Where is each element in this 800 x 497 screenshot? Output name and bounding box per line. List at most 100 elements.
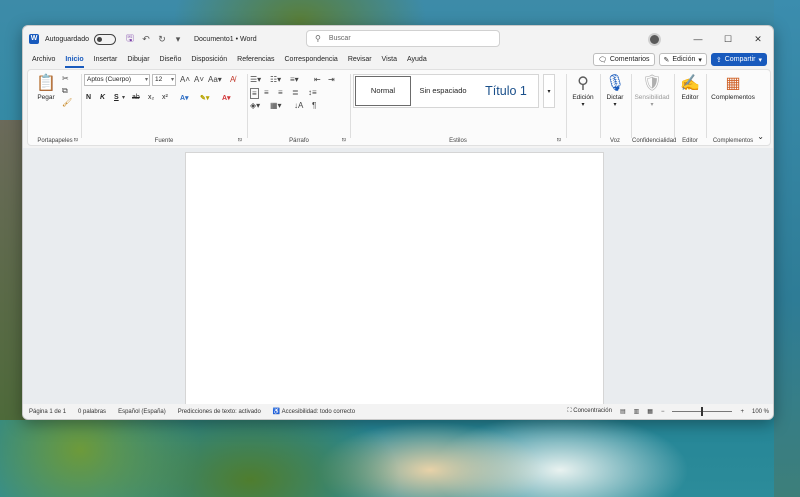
copy-icon[interactable]: ⧉ [62, 86, 68, 96]
format-painter-icon[interactable]: 🖌 [62, 98, 72, 107]
line-spacing-icon[interactable]: ↕≡ [308, 88, 317, 97]
sensitivity-button[interactable]: 🛡 Sensibilidad ▾ [632, 74, 672, 108]
document-canvas [23, 148, 773, 408]
dialog-launcher-icon[interactable]: ⧅ [557, 137, 561, 144]
underline-icon[interactable]: S [114, 94, 119, 101]
page-count[interactable]: Página 1 de 1 [29, 409, 66, 415]
focus-icon: ⛶ [567, 408, 572, 414]
document-title: Documento1 • Word [193, 35, 257, 43]
cut-icon[interactable]: ✂ [62, 74, 69, 83]
dictate-button[interactable]: 🎙 Dictar ▾ [601, 74, 629, 108]
bold-icon[interactable]: N [86, 94, 91, 101]
comments-button[interactable]: 🗨 Comentarios [592, 53, 655, 66]
editing-button[interactable]: ⚲ Edición ▾ [568, 74, 598, 108]
font-group: Aptos (Cuerpo) ▾ 12 ▾ A˄ A˅ Aa▾ A̸ N K S… [84, 72, 244, 144]
align-right-icon[interactable]: ≡ [278, 88, 283, 97]
share-button[interactable]: ⇪ Compartir ▾ [710, 53, 767, 66]
zoom-level[interactable]: 100 % [752, 409, 769, 415]
dialog-launcher-icon[interactable]: ⧅ [74, 137, 78, 144]
text-predictions[interactable]: Predicciones de texto: activado [178, 409, 261, 415]
font-size-combo[interactable]: 12 ▾ [152, 74, 176, 86]
paste-button[interactable]: 📋 Pegar [34, 74, 58, 101]
chevron-down-icon[interactable]: ▾ [122, 94, 125, 101]
increase-indent-icon[interactable]: ⇥ [328, 75, 335, 84]
font-size-value: 12 [155, 76, 163, 83]
print-layout-icon[interactable]: ▥ [634, 408, 640, 415]
bullets-icon[interactable]: ☰▾ [250, 75, 261, 84]
word-count[interactable]: 0 palabras [78, 409, 106, 415]
styles-more-button[interactable]: ▾ [543, 74, 555, 108]
group-divider [674, 74, 675, 138]
focus-button[interactable]: ⛶ Concentración [567, 408, 612, 415]
tab-dibujar[interactable]: Dibujar [122, 52, 154, 68]
shading-icon[interactable]: ◈▾ [250, 101, 260, 110]
change-case-icon[interactable]: Aa▾ [208, 75, 222, 84]
tab-correspondencia[interactable]: Correspondencia [280, 52, 343, 68]
minimize-button[interactable]: — [683, 34, 713, 44]
tab-revisar[interactable]: Revisar [343, 52, 377, 68]
editing-mode-label: Edición [672, 56, 696, 63]
tab-inicio[interactable]: Inicio [60, 52, 88, 68]
collapse-ribbon-icon[interactable]: ⌄ [757, 132, 764, 141]
undo-icon[interactable]: ↶ [140, 34, 152, 45]
style-no-spacing[interactable]: Sin espaciado [414, 75, 472, 107]
subscript-icon[interactable]: x₂ [148, 94, 154, 101]
read-mode-icon[interactable]: ▤ [620, 408, 626, 415]
clear-formatting-icon[interactable]: A̸ [230, 75, 235, 84]
font-color-icon[interactable]: A▾ [222, 94, 231, 102]
zoom-in-icon[interactable]: + [740, 409, 744, 415]
accessibility-check[interactable]: ♿ Accesibilidad: todo correcto [273, 408, 355, 415]
group-divider [247, 74, 248, 138]
superscript-icon[interactable]: x² [162, 94, 168, 101]
document-page[interactable] [185, 152, 604, 408]
zoom-slider[interactable] [672, 407, 733, 416]
zoom-slider-thumb[interactable] [701, 407, 704, 416]
decrease-indent-icon[interactable]: ⇤ [314, 75, 321, 84]
close-button[interactable]: ✕ [743, 34, 773, 45]
align-center-icon[interactable]: ≡ [264, 88, 269, 97]
redo-icon[interactable]: ↻ [156, 34, 168, 45]
paragraph-group: ☰▾ ☷▾ ≡▾ ⇤ ⇥ ≡ ≡ ≡ ≣ ↕≡ ◈▾ ▦▾ ↓A ¶ Párra… [250, 72, 348, 144]
customize-toolbar-icon[interactable]: ▾ [172, 34, 184, 45]
italic-icon[interactable]: K [100, 94, 105, 101]
multilevel-list-icon[interactable]: ≡▾ [290, 75, 299, 84]
web-layout-icon[interactable]: ▦ [647, 408, 653, 415]
numbering-icon[interactable]: ☷▾ [270, 75, 281, 84]
show-formatting-icon[interactable]: ¶ [312, 101, 316, 110]
addins-icon: ▦ [725, 75, 741, 92]
style-normal[interactable]: Normal [355, 76, 411, 106]
tab-referencias[interactable]: Referencias [232, 52, 279, 68]
addins-button[interactable]: ▦ Complementos [708, 74, 758, 101]
chevron-down-icon: ▾ [613, 102, 617, 108]
style-heading1[interactable]: Título 1 [474, 75, 538, 107]
tab-diseno[interactable]: Diseño [155, 52, 187, 68]
grow-font-icon[interactable]: A˄ [180, 75, 190, 84]
maximize-button[interactable]: ☐ [713, 34, 743, 45]
search-box[interactable]: ⚲ Buscar [306, 30, 500, 47]
highlight-icon[interactable]: ✎▾ [200, 94, 209, 102]
borders-icon[interactable]: ▦▾ [270, 101, 282, 110]
tab-ayuda[interactable]: Ayuda [402, 52, 432, 68]
ribbon: 📋 Pegar ✂ ⧉ 🖌 Portapapeles ⧅ Aptos (Cuer… [27, 69, 771, 146]
shrink-font-icon[interactable]: A˅ [194, 75, 204, 84]
sort-icon[interactable]: ↓A [294, 101, 303, 110]
strikethrough-icon[interactable]: ab [132, 94, 140, 101]
font-name-combo[interactable]: Aptos (Cuerpo) ▾ [84, 74, 150, 86]
tab-vista[interactable]: Vista [377, 52, 402, 68]
align-left-icon[interactable]: ≡ [250, 88, 259, 99]
zoom-out-icon[interactable]: − [661, 409, 665, 415]
wallpaper-sea [774, 0, 800, 497]
tab-insertar[interactable]: Insertar [89, 52, 123, 68]
editing-mode-button[interactable]: ✎ Edición ▾ [658, 53, 707, 66]
tab-archivo[interactable]: Archivo [27, 52, 60, 68]
dialog-launcher-icon[interactable]: ⧅ [238, 137, 242, 144]
save-icon[interactable]: 🖫 [124, 31, 136, 47]
language-indicator[interactable]: Español (España) [118, 409, 166, 415]
justify-icon[interactable]: ≣ [292, 88, 299, 97]
editor-button[interactable]: ✍ Editor [676, 74, 704, 101]
account-avatar[interactable] [648, 32, 661, 46]
dialog-launcher-icon[interactable]: ⧅ [342, 137, 346, 144]
text-effects-icon[interactable]: A▾ [180, 94, 189, 102]
tab-disposicion[interactable]: Disposición [186, 52, 232, 68]
autosave-toggle[interactable] [93, 33, 116, 45]
